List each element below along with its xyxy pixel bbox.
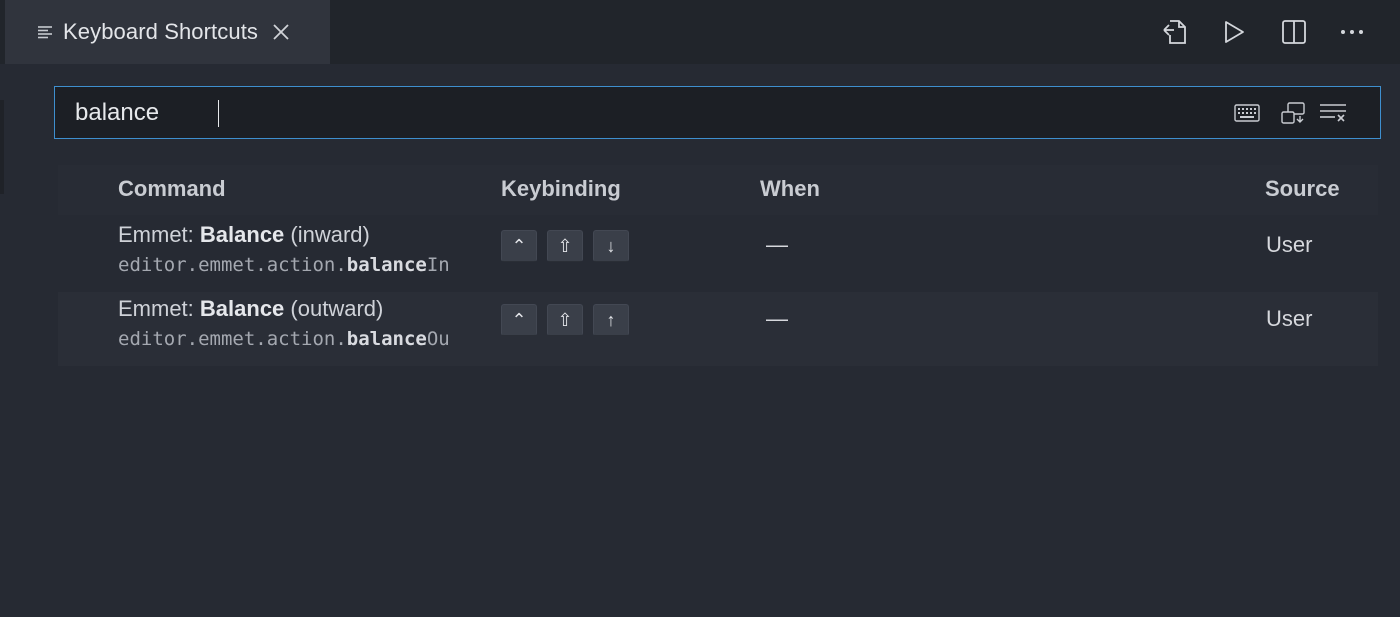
run-icon[interactable]: [1219, 17, 1249, 47]
command-id: editor.emmet.action.balanceIn: [118, 254, 450, 276]
split-editor-icon[interactable]: [1279, 17, 1309, 47]
open-json-icon[interactable]: [1161, 17, 1191, 47]
more-icon[interactable]: [1337, 17, 1367, 47]
table-row[interactable]: Emmet: Balance (outward) editor.emmet.ac…: [58, 292, 1378, 366]
text-cursor: [218, 100, 219, 127]
key-up-arrow: ↑: [593, 304, 629, 336]
source-label: User: [1266, 232, 1313, 257]
keybinding: ⌃ ⇧ ↑: [501, 304, 629, 336]
column-header-command[interactable]: Command: [118, 176, 226, 202]
when-clause: —: [766, 306, 788, 331]
key-shift: ⇧: [547, 304, 583, 336]
table-header: Command Keybinding When Source: [58, 165, 1378, 215]
command-title: Emmet: Balance (inward): [118, 222, 370, 247]
close-icon[interactable]: [270, 21, 292, 43]
source-label: User: [1266, 306, 1313, 331]
key-down-arrow: ↓: [593, 230, 629, 262]
tab-keyboard-shortcuts[interactable]: Keyboard Shortcuts: [5, 0, 330, 64]
list-icon: [37, 24, 53, 40]
key-shift: ⇧: [547, 230, 583, 262]
column-header-when[interactable]: When: [760, 176, 820, 202]
record-keys-icon[interactable]: [1233, 100, 1261, 126]
column-header-source[interactable]: Source: [1265, 176, 1340, 202]
command-title: Emmet: Balance (outward): [118, 296, 384, 321]
search-box: [54, 86, 1381, 139]
tab-title: Keyboard Shortcuts: [63, 19, 259, 44]
key-ctrl: ⌃: [501, 304, 537, 336]
command-id: editor.emmet.action.balanceOu: [118, 328, 450, 350]
column-header-keybinding[interactable]: Keybinding: [501, 176, 621, 202]
table-row[interactable]: Emmet: Balance (inward) editor.emmet.act…: [58, 218, 1378, 292]
keybinding: ⌃ ⇧ ↓: [501, 230, 629, 262]
tab-bar: Keyboard Shortcuts: [0, 0, 1400, 64]
search-input[interactable]: [75, 97, 1195, 129]
clear-input-icon[interactable]: [1319, 100, 1347, 126]
when-clause: —: [766, 232, 788, 257]
key-ctrl: ⌃: [501, 230, 537, 262]
sidebar-edge: [0, 100, 4, 194]
sort-by-precedence-icon[interactable]: [1279, 100, 1307, 126]
